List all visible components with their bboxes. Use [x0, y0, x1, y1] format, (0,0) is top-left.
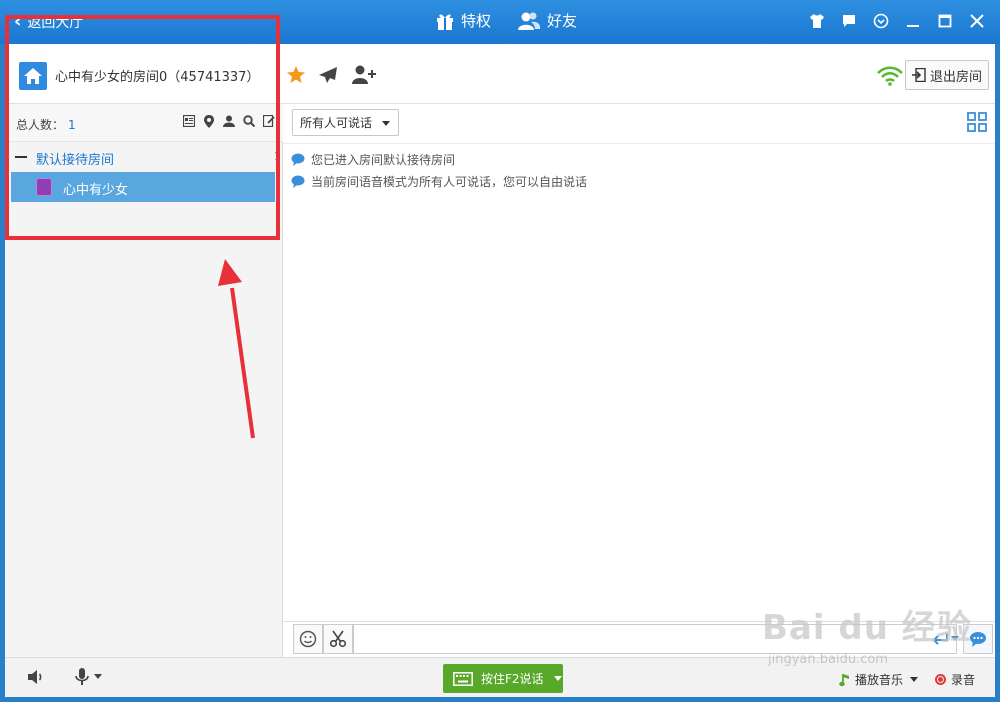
emoji-button[interactable] — [293, 624, 323, 654]
send-button[interactable] — [931, 630, 961, 648]
privilege-button[interactable]: 特权 — [435, 10, 491, 31]
chat-bubble-icon — [291, 153, 305, 166]
record-button[interactable]: 录音 — [935, 671, 975, 688]
message-list: 您已进入房间默认接待房间 当前房间语音模式为所有人可说话，您可以自由说话 — [291, 148, 587, 192]
room-header: 心中有少女的房间0（45741337） — [5, 44, 283, 104]
gift-icon — [437, 14, 453, 30]
edit-icon[interactable] — [262, 114, 275, 128]
chat-mode-button[interactable] — [963, 624, 993, 654]
back-to-lobby-button[interactable]: ‹ 返回大厅 — [14, 12, 83, 32]
friends-label: 好友 — [547, 12, 578, 30]
network-signal-icon — [877, 66, 903, 89]
scissors-icon — [329, 630, 347, 648]
enter-arrow-icon — [932, 633, 948, 645]
play-music-label: 播放音乐 — [855, 673, 904, 687]
left-panel: 心中有少女的房间0（45741337） 总人数： 1 默认接待房间 1 心中有少女 — [5, 44, 283, 657]
keyboard-icon — [453, 671, 473, 686]
bottom-bar: 按住F2说话 播放音乐 录音 — [5, 657, 995, 697]
record-icon — [935, 674, 946, 685]
push-to-talk-label: 按住F2说话 — [481, 672, 544, 686]
room-name: 心中有少女的房间0（45741337） — [55, 70, 260, 85]
system-message: 您已进入房间默认接待房间 — [291, 148, 587, 170]
chevron-down-icon — [951, 636, 959, 641]
member-name: 心中有少女 — [63, 183, 129, 198]
chat-bubble-icon — [291, 175, 305, 188]
channel-group-name: 默认接待房间 — [36, 153, 115, 168]
member-count-value: 1 — [68, 118, 76, 132]
smiley-icon — [299, 630, 317, 648]
close-icon[interactable] — [968, 12, 986, 30]
chevron-down-icon — [382, 121, 390, 126]
chat-bubble-icon — [970, 632, 986, 647]
member-list-item[interactable]: 心中有少女 — [11, 172, 275, 202]
chevron-down-icon — [910, 677, 919, 682]
add-user-icon[interactable] — [351, 64, 377, 86]
user-icon[interactable] — [222, 114, 235, 128]
channel-group-count: 1 — [274, 150, 281, 163]
member-count: 总人数： 1 — [16, 116, 76, 133]
member-count-row: 总人数： 1 — [5, 104, 283, 142]
play-music-button[interactable]: 播放音乐 — [839, 671, 919, 688]
system-message: 当前房间语音模式为所有人可说话，您可以自由说话 — [291, 170, 587, 192]
exit-room-button[interactable]: 退出房间 — [904, 60, 989, 90]
favorite-star-icon[interactable] — [285, 64, 307, 86]
back-to-lobby-label: 返回大厅 — [27, 15, 84, 31]
friends-button[interactable]: 好友 — [517, 10, 577, 31]
room-toolbar: 退出房间 — [283, 44, 995, 104]
member-tools — [182, 114, 275, 128]
exit-door-icon — [911, 68, 926, 82]
message-icon[interactable] — [840, 12, 858, 30]
card-icon[interactable] — [182, 114, 195, 128]
system-message-text: 当前房间语音模式为所有人可说话，您可以自由说话 — [311, 174, 588, 189]
record-label: 录音 — [951, 673, 976, 687]
system-message-text: 您已进入房间默认接待房间 — [311, 152, 456, 167]
house-icon — [19, 62, 47, 90]
channel-group-default[interactable]: 默认接待房间 1 — [5, 142, 283, 172]
chat-text-input[interactable] — [353, 624, 957, 654]
search-icon[interactable] — [242, 114, 255, 128]
airplane-icon[interactable] — [317, 64, 339, 86]
chat-panel: 退出房间 所有人可说话 您已进入房间默认接待房间 当前房间语音模式为所有人可说话… — [283, 44, 995, 657]
window-controls — [808, 12, 986, 30]
maximize-icon[interactable] — [936, 12, 954, 30]
microphone-button[interactable] — [75, 668, 102, 686]
speak-mode-value: 所有人可说话 — [300, 116, 373, 130]
screenshot-button[interactable] — [323, 624, 353, 654]
room-window: 心中有少女的房间0（45741337） 总人数： 1 默认接待房间 1 心中有少女 — [5, 44, 995, 657]
grid-layout-icon[interactable] — [967, 112, 987, 132]
member-avatar — [36, 178, 52, 196]
minimize-icon[interactable] — [904, 12, 922, 30]
chevron-down-icon — [94, 674, 102, 679]
speak-mode-select[interactable]: 所有人可说话 — [292, 109, 399, 136]
location-pin-icon[interactable] — [202, 114, 215, 128]
title-center-nav: 特权 好友 — [435, 10, 577, 31]
chevron-down-icon[interactable] — [553, 676, 562, 681]
friends-icon — [518, 12, 541, 30]
collapse-minus-icon[interactable] — [15, 156, 27, 158]
title-bar: ‹ 返回大厅 特权 好友 — [0, 0, 1000, 44]
privilege-label: 特权 — [461, 12, 492, 30]
speaker-icon[interactable] — [27, 669, 45, 688]
exit-room-label: 退出房间 — [929, 69, 982, 85]
chat-input-row — [283, 621, 995, 657]
music-note-icon — [839, 673, 849, 686]
speak-mode-row: 所有人可说话 — [283, 104, 995, 144]
microphone-icon — [75, 668, 89, 685]
menu-circle-icon[interactable] — [872, 12, 890, 30]
skin-shirt-icon[interactable] — [808, 12, 826, 30]
member-count-label: 总人数： — [16, 118, 65, 132]
push-to-talk-button[interactable]: 按住F2说话 — [443, 664, 563, 693]
chevron-left-icon: ‹ — [14, 11, 22, 32]
